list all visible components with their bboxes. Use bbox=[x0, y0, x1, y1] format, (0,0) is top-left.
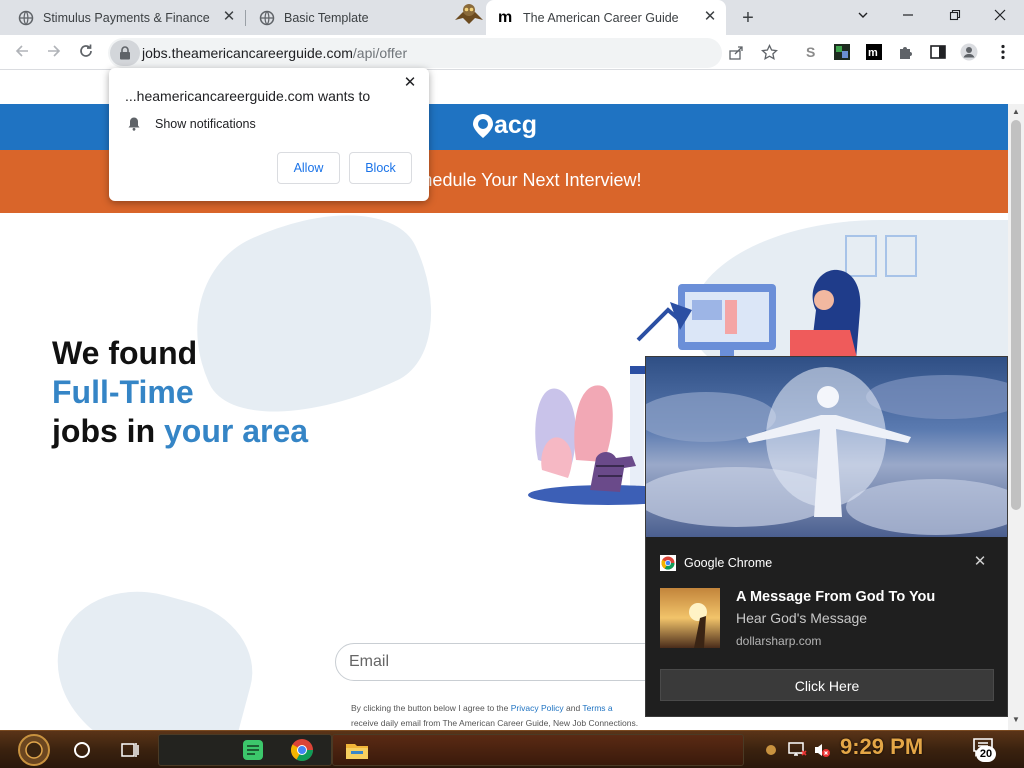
hero-headline: We found Full-Time jobs in your area bbox=[52, 334, 308, 451]
new-tab-button[interactable]: + bbox=[737, 7, 759, 29]
svg-text:S: S bbox=[806, 44, 815, 60]
page-scrollbar[interactable]: ▲ ▼ bbox=[1008, 104, 1024, 730]
back-button[interactable] bbox=[11, 42, 33, 64]
minimize-icon[interactable] bbox=[897, 5, 919, 27]
permission-label: Show notifications bbox=[155, 116, 256, 131]
notification-thumbnail bbox=[660, 588, 720, 648]
search-icon[interactable] bbox=[72, 740, 92, 760]
chrome-logo-icon bbox=[660, 555, 676, 571]
notes-app-icon[interactable] bbox=[239, 736, 267, 764]
m-logo-icon: m bbox=[498, 8, 513, 26]
headline-line-1: We found bbox=[52, 335, 198, 371]
bell-icon bbox=[128, 117, 140, 131]
s-extension-icon[interactable]: S bbox=[802, 43, 820, 61]
chrome-notification[interactable]: Google Chrome ✕ A Message From God To Yo… bbox=[645, 356, 1008, 717]
m-extension-icon[interactable]: m bbox=[865, 43, 883, 61]
tab-stimulus[interactable]: Stimulus Payments & Finance O ✕ bbox=[0, 0, 245, 35]
notification-close-icon[interactable]: ✕ bbox=[971, 553, 989, 571]
show-hidden-icons-icon[interactable] bbox=[764, 743, 778, 757]
site-info-button[interactable] bbox=[110, 40, 140, 66]
menu-kebab-icon[interactable] bbox=[994, 43, 1012, 61]
browser-toolbar: jobs.theamericancareerguide.com/api/offe… bbox=[0, 35, 1024, 70]
scroll-up-icon[interactable]: ▲ bbox=[1008, 104, 1024, 120]
tab-strip: Stimulus Payments & Finance O ✕ Basic Te… bbox=[0, 0, 1024, 35]
network-icon[interactable] bbox=[788, 741, 808, 759]
notification-app-name: Google Chrome bbox=[684, 556, 773, 570]
headline-line-3: jobs in your area bbox=[52, 412, 308, 451]
notification-permission-prompt: ...heamericancareerguide.com wants to ✕ … bbox=[109, 68, 429, 201]
terms-link[interactable]: Terms a bbox=[582, 703, 612, 713]
notification-title: A Message From God To You bbox=[736, 589, 936, 605]
taskbar: 9:29 PM 20 bbox=[0, 730, 1024, 768]
lock-icon bbox=[120, 46, 130, 60]
privacy-policy-link[interactable]: Privacy Policy bbox=[511, 703, 564, 713]
notification-body: Hear God's Message bbox=[736, 610, 868, 626]
permission-close-icon[interactable]: ✕ bbox=[401, 74, 419, 92]
tab-american-career-guide[interactable]: m The American Career Guide ✕ bbox=[486, 0, 726, 35]
extensions-puzzle-icon[interactable] bbox=[897, 43, 915, 61]
click-here-button[interactable]: Click Here bbox=[660, 669, 994, 701]
globe-icon bbox=[18, 10, 34, 25]
notification-count-badge: 20 bbox=[976, 746, 996, 762]
tab-title: The American Career Guide bbox=[523, 10, 679, 25]
location-pin-icon bbox=[473, 113, 493, 138]
legal-and: and bbox=[563, 703, 583, 713]
headline-line-2: Full-Time bbox=[52, 374, 194, 410]
tab-title: Stimulus Payments & Finance O bbox=[43, 10, 213, 25]
share-icon[interactable] bbox=[728, 45, 744, 61]
task-view-icon[interactable] bbox=[120, 740, 140, 760]
forward-button[interactable] bbox=[43, 42, 65, 64]
tab-search-icon[interactable] bbox=[852, 5, 874, 27]
reload-button[interactable] bbox=[75, 42, 97, 64]
side-panel-icon[interactable] bbox=[929, 43, 947, 61]
logo-text: acg bbox=[494, 111, 538, 139]
url-path: /api/offer bbox=[352, 45, 408, 61]
notification-source: dollarsharp.com bbox=[736, 634, 822, 648]
legal-prefix: By clicking the button below I agree to … bbox=[351, 703, 511, 713]
file-explorer-icon[interactable] bbox=[343, 736, 371, 764]
image-extension-icon[interactable] bbox=[833, 43, 851, 61]
scrollbar-thumb[interactable] bbox=[1011, 120, 1021, 510]
url-host: jobs.theamericancareerguide.com bbox=[142, 45, 353, 61]
allow-button[interactable]: Allow bbox=[277, 152, 340, 184]
legal-line-2: receive daily email from The American Ca… bbox=[351, 718, 639, 728]
email-input[interactable] bbox=[349, 644, 649, 680]
background-blob bbox=[37, 572, 268, 730]
volume-muted-icon[interactable] bbox=[813, 741, 831, 759]
notification-hero-image bbox=[646, 357, 1007, 537]
address-bar[interactable]: jobs.theamericancareerguide.com/api/offe… bbox=[108, 38, 778, 68]
start-button-icon[interactable] bbox=[16, 733, 52, 767]
permission-row: Show notifications bbox=[127, 116, 256, 131]
profile-avatar-icon[interactable] bbox=[960, 43, 978, 61]
notification-app: Google Chrome bbox=[660, 555, 772, 571]
scroll-down-icon[interactable]: ▼ bbox=[1008, 712, 1024, 728]
chrome-taskbar-icon[interactable] bbox=[288, 736, 316, 764]
legal-text: By clicking the button below I agree to … bbox=[351, 701, 661, 730]
svg-text:m: m bbox=[868, 47, 878, 59]
restore-icon[interactable] bbox=[944, 5, 966, 27]
tab-basic-template[interactable]: Basic Template bbox=[241, 0, 486, 35]
block-button[interactable]: Block bbox=[349, 152, 412, 184]
permission-title: ...heamericancareerguide.com wants to bbox=[125, 88, 371, 104]
bookmark-star-icon[interactable] bbox=[761, 44, 778, 61]
email-field[interactable] bbox=[335, 643, 675, 681]
close-tab-icon[interactable]: ✕ bbox=[221, 9, 237, 25]
acg-logo[interactable]: acg bbox=[472, 111, 537, 140]
globe-icon bbox=[259, 10, 275, 25]
owl-icon bbox=[455, 4, 483, 24]
taskbar-window-area bbox=[332, 734, 744, 766]
headline-line-3-emphasis: your area bbox=[164, 413, 309, 449]
tab-title: Basic Template bbox=[284, 10, 369, 25]
headline-line-3-prefix: jobs in bbox=[52, 413, 164, 449]
taskbar-clock[interactable]: 9:29 PM bbox=[840, 734, 923, 760]
url-text: jobs.theamericancareerguide.com/api/offe… bbox=[142, 45, 407, 61]
close-tab-icon[interactable]: ✕ bbox=[702, 9, 718, 25]
close-window-icon[interactable] bbox=[989, 5, 1011, 27]
